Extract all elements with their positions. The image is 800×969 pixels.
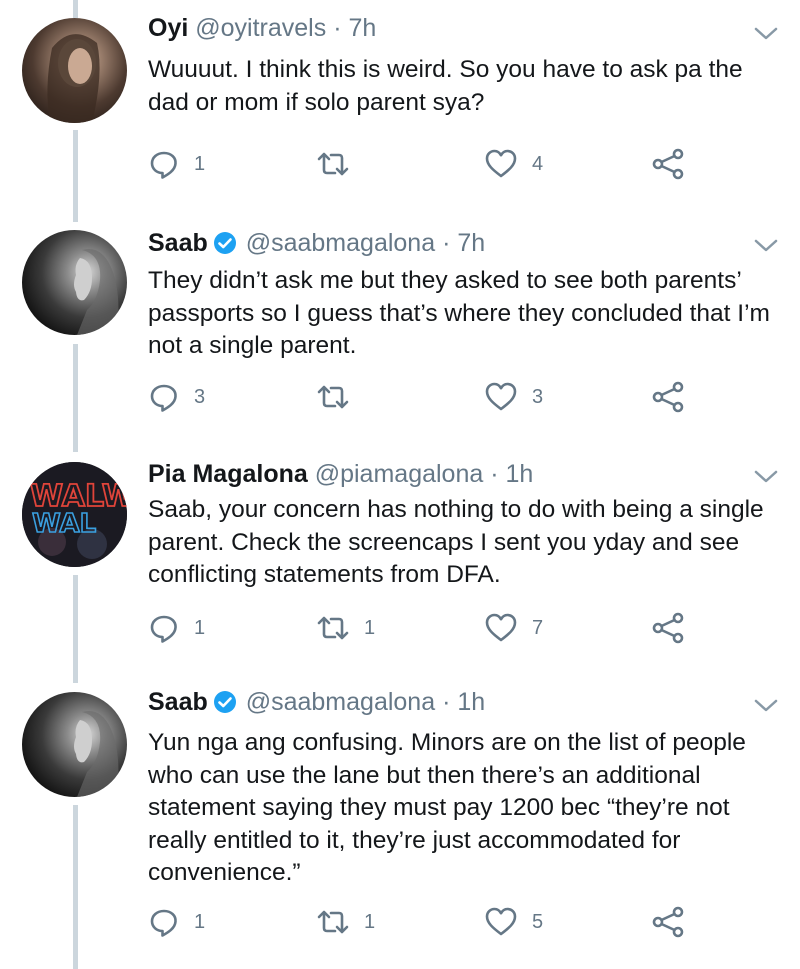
avatar[interactable]	[22, 18, 127, 123]
chevron-down-icon[interactable]	[752, 237, 780, 255]
like-count: 5	[532, 910, 544, 933]
retweet-icon	[317, 910, 349, 934]
author-handle[interactable]: @oyitravels	[195, 14, 326, 42]
verified-badge-icon	[213, 232, 236, 254]
reply-count: 1	[194, 152, 206, 175]
share-button[interactable]	[651, 612, 687, 644]
retweet-button[interactable]	[316, 148, 364, 180]
retweet-count: 1	[364, 616, 376, 639]
like-count: 4	[532, 152, 544, 175]
like-icon	[485, 907, 517, 936]
share-button[interactable]	[651, 381, 687, 413]
tweet-text-line: convenience.”	[148, 859, 301, 886]
verified-badge-icon	[213, 691, 236, 713]
reply-icon	[150, 151, 177, 179]
timestamp[interactable]: 1h	[506, 460, 534, 488]
timestamp[interactable]: 7h	[457, 229, 485, 257]
retweet-button[interactable]	[316, 381, 364, 413]
reply-icon	[150, 615, 177, 643]
tweet-actions: 1 1 7	[148, 612, 708, 644]
author-name[interactable]: Pia Magalona	[148, 460, 308, 488]
tweet-header: Pia Magalona @piamagalona · 1h	[148, 459, 533, 489]
avatar[interactable]	[22, 692, 127, 797]
like-button[interactable]: 7	[484, 612, 543, 644]
retweet-count: 1	[364, 910, 376, 933]
reply-count: 3	[194, 385, 206, 408]
reply-button[interactable]: 1	[148, 148, 205, 180]
tweet-text: Wuuuut. I think this is weird. So you ha…	[148, 54, 788, 119]
timestamp[interactable]: 1h	[457, 688, 485, 716]
reply-button[interactable]: 1	[148, 612, 205, 644]
tweet-text-line: dad or mom if solo parent sya?	[148, 88, 485, 116]
author-name[interactable]: Saab	[148, 229, 208, 257]
tweet-text-line: who can use the lane but then there’s an…	[148, 761, 701, 789]
tweet-text-line: really entitled to it, they’re just acco…	[148, 826, 681, 854]
timestamp[interactable]: 7h	[348, 14, 376, 42]
tweet[interactable]: Saab @saabmagalona · 7h They didn’t ask …	[0, 215, 800, 440]
separator-dot: ·	[333, 14, 342, 42]
share-icon	[652, 148, 684, 180]
tweet-text-line: parent. Check the screencaps I sent you …	[148, 528, 740, 556]
avatar[interactable]: WALWAL WAL	[22, 462, 127, 567]
tweet-text-line: conflicting statements from DFA.	[148, 561, 501, 588]
retweet-button[interactable]: 1	[316, 906, 375, 938]
share-icon	[652, 612, 684, 644]
reply-icon	[150, 384, 177, 412]
like-button[interactable]: 4	[484, 148, 543, 180]
svg-text:WAL: WAL	[32, 509, 96, 539]
like-icon	[485, 613, 517, 642]
tweet-header: Saab @saabmagalona · 7h	[148, 228, 485, 258]
retweet-icon	[317, 385, 349, 409]
reply-button[interactable]: 1	[148, 906, 205, 938]
tweet-text: Yun nga ang confusing. Minors are on the…	[148, 727, 788, 890]
like-button[interactable]: 3	[484, 381, 543, 413]
like-count: 7	[532, 616, 544, 639]
tweet-text-line: Saab, your concern has nothing to do wit…	[148, 496, 764, 523]
reply-icon	[150, 909, 177, 937]
author-name[interactable]: Oyi	[148, 14, 188, 42]
share-icon	[652, 906, 684, 938]
separator-dot: ·	[442, 229, 451, 257]
tweet-text: They didn’t ask me but they asked to see…	[148, 265, 788, 363]
like-button[interactable]: 5	[484, 906, 543, 938]
share-button[interactable]	[651, 148, 687, 180]
separator-dot: ·	[490, 460, 499, 488]
author-handle[interactable]: @saabmagalona	[246, 688, 435, 716]
reply-count: 1	[194, 616, 206, 639]
tweet-actions: 1 1 5	[148, 906, 708, 938]
author-name[interactable]: Saab	[148, 688, 208, 716]
like-icon	[485, 382, 517, 411]
tweet[interactable]: Saab @saabmagalona · 1h Yun nga ang conf…	[0, 677, 800, 969]
chevron-down-icon[interactable]	[752, 697, 780, 715]
like-icon	[485, 149, 517, 178]
author-handle[interactable]: @piamagalona	[315, 460, 484, 488]
tweet-text-line: not a single parent.	[148, 332, 357, 359]
separator-dot: ·	[442, 688, 451, 716]
reply-count: 1	[194, 910, 206, 933]
avatar[interactable]	[22, 230, 127, 335]
tweet-text-line: statement saying they must pay 1200 bec …	[148, 794, 730, 821]
tweet-actions: 3 3	[148, 381, 708, 413]
tweet-actions: 1 4	[148, 148, 708, 180]
share-button[interactable]	[651, 906, 687, 938]
chevron-down-icon[interactable]	[752, 25, 780, 43]
share-icon	[652, 381, 684, 413]
tweet-text: Saab, your concern has nothing to do wit…	[148, 494, 788, 592]
like-count: 3	[532, 385, 544, 408]
tweet-header: Oyi @oyitravels · 7h	[148, 13, 376, 43]
tweet-text-line: They didn’t ask me but they asked to see…	[148, 267, 742, 294]
retweet-icon	[317, 616, 349, 640]
tweet[interactable]: WALWAL WAL Pia Magalona @piamagalona · 1…	[0, 446, 800, 671]
tweet-text-line: passports so I guess that’s where they c…	[148, 299, 770, 327]
tweet[interactable]: Oyi @oyitravels · 7h Wuuuut. I think thi…	[0, 0, 800, 210]
retweet-button[interactable]: 1	[316, 612, 375, 644]
chevron-down-icon[interactable]	[752, 468, 780, 486]
tweet-text-line: Wuuuut. I think this is weird. So you ha…	[148, 56, 743, 83]
reply-button[interactable]: 3	[148, 381, 205, 413]
tweet-text-line: Yun nga ang confusing. Minors are on the…	[148, 729, 746, 756]
author-handle[interactable]: @saabmagalona	[246, 229, 435, 257]
retweet-icon	[317, 152, 349, 176]
tweet-header: Saab @saabmagalona · 1h	[148, 687, 485, 717]
